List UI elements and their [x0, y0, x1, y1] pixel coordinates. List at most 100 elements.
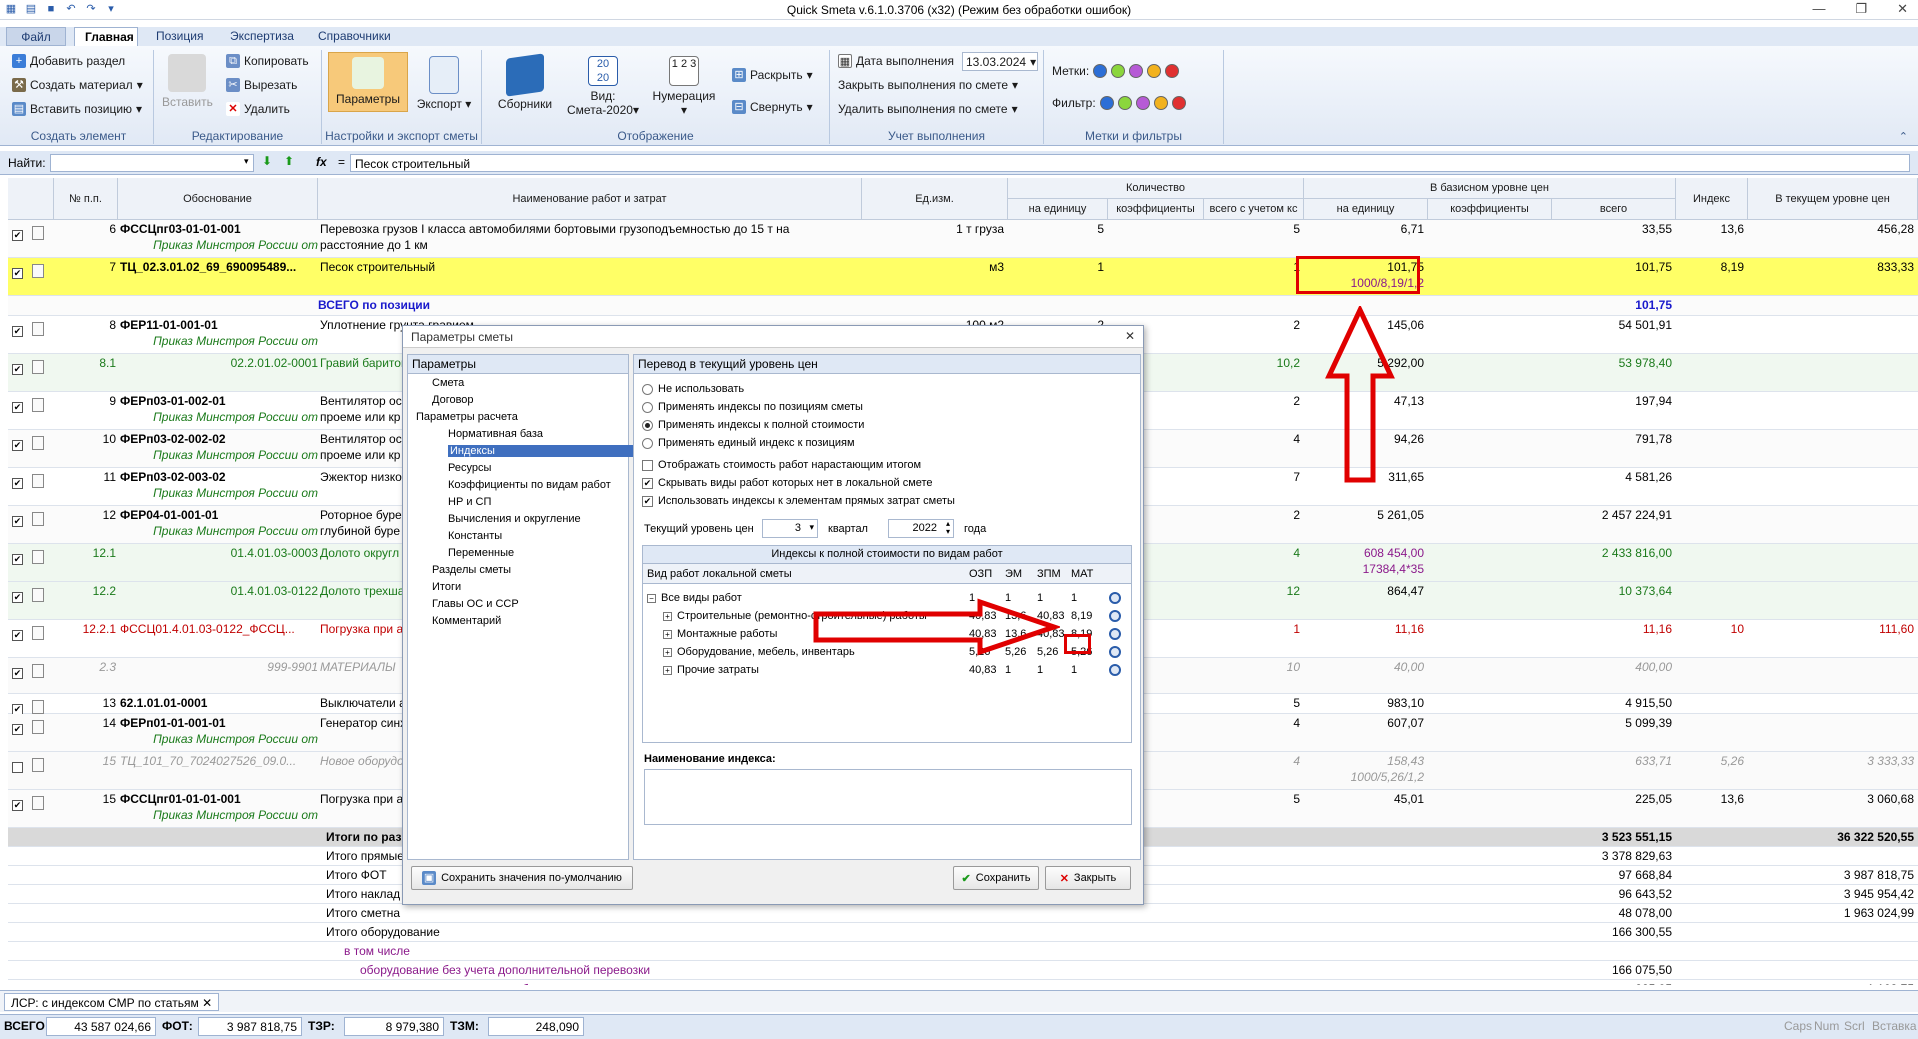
export-button[interactable]: Экспорт ▾: [416, 56, 472, 111]
formula-input[interactable]: Песок строительный: [350, 154, 1910, 172]
header-base-coef[interactable]: коэффициенты: [1428, 199, 1552, 220]
tree-item[interactable]: Комментарий: [432, 615, 501, 627]
find-input[interactable]: [50, 154, 254, 172]
table-row[interactable]: ✔ 7 ТЦ_02.3.01.02_69_690095489... Песок стр…: [8, 258, 1918, 296]
header-qty-coef[interactable]: коэффициенты: [1108, 199, 1204, 220]
radio-none[interactable]: Не использовать: [642, 383, 744, 395]
table-row[interactable]: ✔ 6 ФССЦпг03-01-01-001 Приказ Минстроя Росс…: [8, 220, 1918, 258]
mark-red-icon[interactable]: [1165, 64, 1180, 78]
tree-item[interactable]: Смета: [432, 377, 464, 389]
sheet-tab[interactable]: ЛСР: с индексом СМР по статьям ✕: [4, 993, 220, 1011]
cut-button[interactable]: ✂ Вырезать: [226, 78, 297, 92]
row-checkbox[interactable]: ✔: [12, 402, 23, 413]
tab-position[interactable]: Позиция: [146, 27, 213, 46]
check-use-direct-indexes[interactable]: ✔ Использовать индексы к элементам прямых…: [642, 495, 955, 507]
tree-item[interactable]: Константы: [448, 530, 502, 542]
add-section-button[interactable]: + Добавить раздел: [12, 54, 125, 68]
completion-date-picker[interactable]: 13.03.2024 ▾: [962, 52, 1038, 71]
row-checkbox[interactable]: ✔: [12, 230, 23, 241]
mark-purple-icon[interactable]: [1129, 64, 1144, 78]
params-button[interactable]: Параметры: [328, 52, 408, 112]
expand-icon[interactable]: −: [647, 594, 656, 603]
maximize-icon[interactable]: ❐: [1855, 1, 1867, 17]
tree-item[interactable]: Ресурсы: [448, 462, 491, 474]
search-icon[interactable]: [1109, 646, 1121, 658]
close-completion-button[interactable]: Закрыть выполнения по смете ▾: [838, 78, 1018, 92]
row-checkbox[interactable]: ✔: [12, 724, 23, 735]
tree-item[interactable]: Вычисления и округление: [448, 513, 581, 525]
close-button[interactable]: ✕ Закрыть: [1045, 866, 1131, 890]
check-hide-work-types[interactable]: ✔ Скрывать виды работ которых нет в локал…: [642, 477, 933, 489]
header-qty-total[interactable]: всего с учетом кс: [1204, 199, 1304, 220]
numbering-button[interactable]: 1 2 3 Нумерация ▾: [646, 56, 722, 117]
tree-item[interactable]: Индексы: [448, 445, 636, 457]
insert-position-button[interactable]: ▤ Вставить позицию ▾: [12, 102, 142, 116]
expand-button[interactable]: ⊞ Раскрыть ▾: [732, 68, 813, 82]
totals-row[interactable]: Итого сметна 48 078,00 1 963 024,99: [8, 904, 1918, 923]
row-checkbox[interactable]: ✔: [12, 268, 23, 279]
row-checkbox[interactable]: ✔: [12, 364, 23, 375]
tree-item[interactable]: Договор: [432, 394, 474, 406]
row-checkbox[interactable]: ✔: [12, 516, 23, 527]
row-checkbox[interactable]: ✔: [12, 554, 23, 565]
radio-by-position[interactable]: Применять индексы по позициям сметы: [642, 401, 863, 413]
row-checkbox[interactable]: ✔: [12, 668, 23, 679]
tree-item[interactable]: Разделы сметы: [432, 564, 511, 576]
header-index[interactable]: Индекс: [1676, 178, 1748, 220]
header-base-total[interactable]: всего: [1552, 199, 1676, 220]
collections-button[interactable]: Сборники: [490, 53, 560, 111]
save-default-button[interactable]: ▣ Сохранить значения по-умолчанию: [411, 866, 633, 890]
view-button[interactable]: 20 20 Вид: Смета-2020▾: [566, 56, 640, 117]
row-checkbox[interactable]: ✔: [12, 326, 23, 337]
close-icon[interactable]: ✕: [1897, 1, 1908, 17]
row-checkbox[interactable]: [12, 762, 23, 773]
index-row[interactable]: + Прочие затраты 40,83 1 1 1: [643, 662, 1131, 680]
tree-item[interactable]: Нормативная база: [448, 428, 543, 440]
filter-orange-icon[interactable]: [1153, 96, 1168, 110]
mark-orange-icon[interactable]: [1147, 64, 1162, 78]
header-num[interactable]: № п.п.: [54, 178, 118, 220]
search-icon[interactable]: [1109, 664, 1121, 676]
search-icon[interactable]: [1109, 610, 1121, 622]
header-unit[interactable]: Ед.изм.: [862, 178, 1008, 220]
expand-icon[interactable]: +: [663, 630, 672, 639]
tab-file[interactable]: Файл: [6, 27, 66, 46]
tree-item[interactable]: Коэффициенты по видам работ: [448, 479, 611, 491]
tree-item[interactable]: Параметры расчета: [416, 411, 518, 423]
header-current[interactable]: В текущем уровне цен: [1748, 178, 1918, 220]
filter-green-icon[interactable]: [1117, 96, 1132, 110]
year-spinner[interactable]: 2022 ▴ ▾: [888, 519, 954, 538]
mark-green-icon[interactable]: [1111, 64, 1126, 78]
collapse-ribbon-icon[interactable]: ⌃: [1899, 130, 1908, 143]
tree-item[interactable]: Переменные: [448, 547, 514, 559]
find-next-icon[interactable]: ⬇: [262, 154, 272, 168]
collapse-button[interactable]: ⊟ Свернуть ▾: [732, 100, 813, 114]
expand-icon[interactable]: +: [663, 612, 672, 621]
expand-icon[interactable]: +: [663, 666, 672, 675]
header-base-unit[interactable]: на единицу: [1304, 199, 1428, 220]
tab-expertise[interactable]: Экспертиза: [220, 27, 304, 46]
minimize-icon[interactable]: —: [1812, 1, 1825, 17]
row-checkbox[interactable]: ✔: [12, 440, 23, 451]
quarter-spinner[interactable]: 3 ▾: [762, 519, 818, 538]
filter-purple-icon[interactable]: [1135, 96, 1150, 110]
remove-completion-button[interactable]: Удалить выполнения по смете ▾: [838, 102, 1018, 116]
save-button[interactable]: ✔ Сохранить: [953, 866, 1039, 890]
totals-row[interactable]: Итого оборудование 166 300,55: [8, 923, 1918, 942]
close-icon[interactable]: ✕: [1125, 329, 1135, 343]
copy-button[interactable]: ⧉ Копировать: [226, 54, 309, 68]
close-tab-icon[interactable]: ✕: [202, 996, 212, 1010]
mark-blue-icon[interactable]: [1093, 64, 1108, 78]
expand-icon[interactable]: +: [663, 648, 672, 657]
search-icon[interactable]: [1109, 628, 1121, 640]
row-checkbox[interactable]: ✔: [12, 800, 23, 811]
row-checkbox[interactable]: ✔: [12, 478, 23, 489]
create-material-button[interactable]: ⚒ Создать материал ▾: [12, 78, 143, 92]
tab-home[interactable]: Главная: [74, 27, 138, 46]
totals-row[interactable]: дополнительная перевозка оборудования 225…: [8, 980, 1918, 985]
tree-item[interactable]: НР и СП: [448, 496, 491, 508]
table-row[interactable]: ВСЕГО по позиции 101,75: [8, 296, 1918, 316]
tree-item[interactable]: Главы ОС и ССР: [432, 598, 519, 610]
search-icon[interactable]: [1109, 592, 1121, 604]
header-qty-unit[interactable]: на единицу: [1008, 199, 1108, 220]
